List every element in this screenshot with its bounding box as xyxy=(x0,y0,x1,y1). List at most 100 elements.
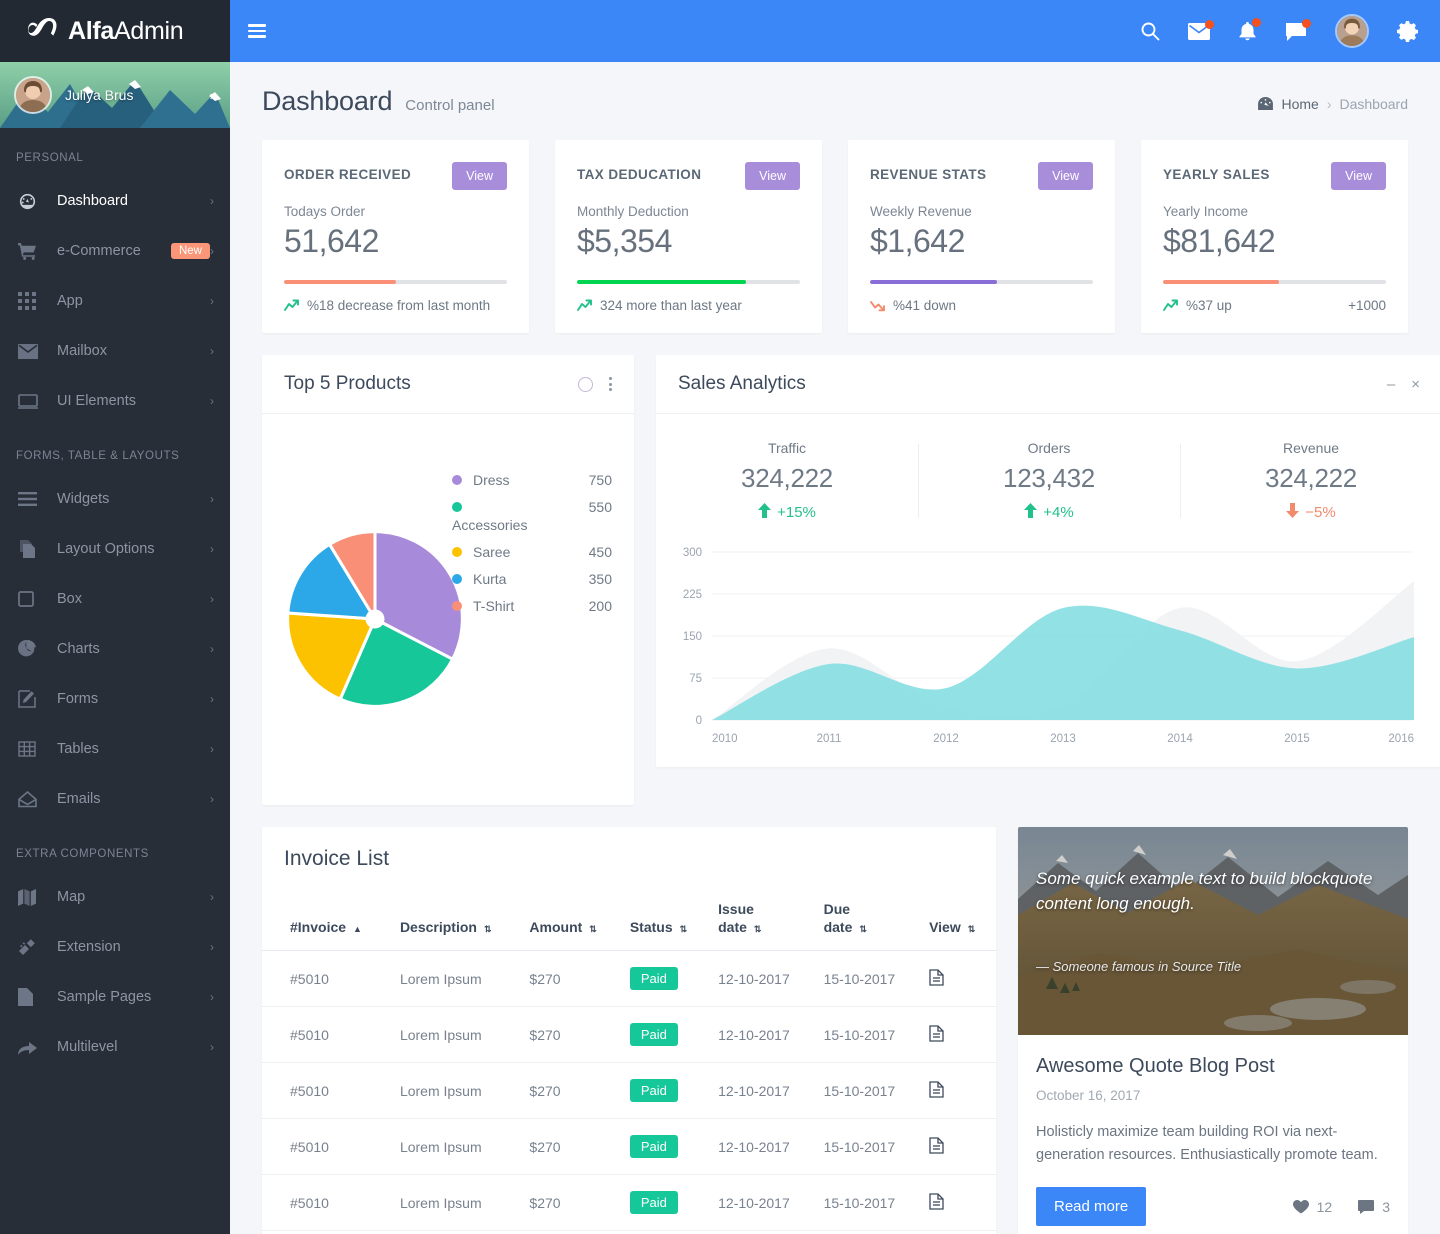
sidebar-item-widgets[interactable]: Widgets › xyxy=(0,474,230,524)
sidebar-item-map[interactable]: Map › xyxy=(0,872,230,922)
document-icon[interactable] xyxy=(929,1024,944,1042)
sidebar-item-extension[interactable]: Extension › xyxy=(0,922,230,972)
legend-item[interactable]: T-Shirt 200 xyxy=(452,598,612,614)
view-button[interactable]: View xyxy=(452,162,507,190)
sidebar-item-forms[interactable]: Forms › xyxy=(0,674,230,724)
sidebar-item-sample-pages[interactable]: Sample Pages › xyxy=(0,972,230,1022)
search-icon[interactable] xyxy=(1140,21,1160,41)
analytics-metric: Revenue 324,222 −5% xyxy=(1180,440,1440,522)
table-row[interactable]: #5010Lorem Ipsum$270Paid12-10-201715-10-… xyxy=(262,1230,996,1234)
sort-toggle-icon[interactable]: ⇅ xyxy=(968,924,976,934)
column-label: View xyxy=(929,918,961,935)
sort-toggle-icon[interactable]: ⇅ xyxy=(859,924,867,934)
likes-stat[interactable]: 12 xyxy=(1292,1199,1332,1215)
document-icon[interactable] xyxy=(929,1080,944,1098)
sidebar-item-label: Emails xyxy=(57,791,101,807)
sidebar-item-emails[interactable]: Emails › xyxy=(0,774,230,824)
table-header-cell[interactable]: Issue date ⇅ xyxy=(710,889,816,951)
view-button[interactable]: View xyxy=(745,162,800,190)
arrow-up-icon xyxy=(758,503,772,522)
legend-item[interactable]: Dress 750 xyxy=(452,472,612,488)
sidebar-item-tables[interactable]: Tables › xyxy=(0,724,230,774)
comments-stat[interactable]: 3 xyxy=(1358,1199,1390,1215)
read-more-button[interactable]: Read more xyxy=(1036,1187,1147,1227)
sort-toggle-icon[interactable]: ⇅ xyxy=(589,924,597,934)
legend-item[interactable]: Saree 450 xyxy=(452,544,612,560)
stat-card-title: YEARLY SALES xyxy=(1163,167,1270,182)
sidebar-item-label: Tables xyxy=(57,741,99,757)
sidebar-item-app[interactable]: App › xyxy=(0,276,230,326)
cell-view[interactable] xyxy=(921,1062,996,1119)
pie-legend: Dress 750 550 Accessories Saree 450 Kurta 350 T-… xyxy=(452,472,612,625)
cell-view[interactable] xyxy=(921,1118,996,1175)
stat-cards-row: ORDER RECEIVED View Todays Order 51,642 %18 … xyxy=(262,140,1408,333)
table-header-cell[interactable]: #Invoice ▲ xyxy=(262,889,392,951)
cell-invoice: #5010 xyxy=(262,950,392,1007)
vertical-dots-icon[interactable] xyxy=(609,377,612,391)
analytics-metric-value: 324,222 xyxy=(1265,463,1357,493)
table-header-cell[interactable]: Status ⇅ xyxy=(621,889,711,951)
table-header-cell[interactable]: Amount ⇅ xyxy=(521,889,622,951)
sort-asc-icon[interactable]: ▲ xyxy=(353,924,362,934)
table-row[interactable]: #5010Lorem Ipsum$270Paid12-10-201715-10-… xyxy=(262,1174,996,1231)
sidebar-item-layout-options[interactable]: Layout Options › xyxy=(0,524,230,574)
mail-icon[interactable] xyxy=(1188,19,1214,40)
sidebar-item-dashboard[interactable]: Dashboard › xyxy=(0,176,230,226)
chevron-right-icon[interactable]: › xyxy=(210,88,214,103)
stat-card: ORDER RECEIVED View Todays Order 51,642 %18 … xyxy=(262,140,529,333)
bell-icon[interactable] xyxy=(1238,17,1261,42)
table-row[interactable]: #5010Lorem Ipsum$270Paid12-10-201715-10-… xyxy=(262,950,996,1007)
analytics-metric-label: Traffic xyxy=(767,440,807,456)
cell-view[interactable] xyxy=(921,1006,996,1063)
sidebar-item-e-commerce[interactable]: e-Commerce New › xyxy=(0,226,230,276)
view-button[interactable]: View xyxy=(1038,162,1093,190)
cell-status: Paid xyxy=(621,1006,711,1063)
stat-card-value: $1,642 xyxy=(870,223,965,259)
document-icon[interactable] xyxy=(929,968,944,986)
breadcrumb-home-link[interactable]: Home xyxy=(1281,96,1318,112)
legend-item[interactable]: Kurta 350 xyxy=(452,571,612,587)
table-row[interactable]: #5010Lorem Ipsum$270Paid12-10-201715-10-… xyxy=(262,1006,996,1063)
bell-badge-dot xyxy=(1252,17,1261,27)
chat-icon[interactable] xyxy=(1285,18,1311,41)
cell-view[interactable] xyxy=(921,950,996,1007)
circle-icon[interactable] xyxy=(578,376,593,392)
sidebar-item-charts[interactable]: Charts › xyxy=(0,624,230,674)
document-icon[interactable] xyxy=(929,1136,944,1154)
hamburger-icon[interactable] xyxy=(248,24,266,38)
mail-badge-dot xyxy=(1205,19,1214,29)
topbar-avatar[interactable] xyxy=(1335,14,1369,48)
document-icon[interactable] xyxy=(929,1192,944,1210)
legend-label: Saree xyxy=(473,544,511,560)
cell-invoice: #5010 xyxy=(262,1062,392,1119)
table-header-cell[interactable]: Description ⇅ xyxy=(391,889,522,951)
blog-excerpt: Holisticly maximize team building ROI vi… xyxy=(1036,1124,1378,1164)
table-header-cell[interactable]: Due date ⇅ xyxy=(815,889,922,951)
close-icon[interactable]: × xyxy=(1411,377,1420,392)
sidebar-item-mailbox[interactable]: Mailbox › xyxy=(0,326,230,376)
table-header-cell[interactable]: View ⇅ xyxy=(921,889,996,951)
table-row[interactable]: #5010Lorem Ipsum$270Paid12-10-201715-10-… xyxy=(262,1062,996,1119)
cell-view[interactable] xyxy=(921,1230,996,1234)
status-badge: Paid xyxy=(629,1135,678,1158)
legend-value: 350 xyxy=(588,571,612,587)
chevron-right-icon: › xyxy=(210,592,214,606)
sort-toggle-icon[interactable]: ⇅ xyxy=(484,924,492,934)
sidebar-profile[interactable]: Juliya Brus › xyxy=(0,62,230,128)
sidebar-item-ui-elements[interactable]: UI Elements › xyxy=(0,376,230,426)
sidebar-item-box[interactable]: Box › xyxy=(0,574,230,624)
sort-toggle-icon[interactable]: ⇅ xyxy=(754,924,762,934)
stat-card-footer: %37 up +1000 xyxy=(1163,298,1386,313)
sort-toggle-icon[interactable]: ⇅ xyxy=(680,924,688,934)
sales-analytics-card: Sales Analytics – × Traffic 324,222 +15% Or… xyxy=(656,355,1440,767)
table-row[interactable]: #5010Lorem Ipsum$270Paid12-10-201715-10-… xyxy=(262,1118,996,1175)
legend-item[interactable]: 550 Accessories xyxy=(452,499,612,533)
minimize-icon[interactable]: – xyxy=(1387,377,1395,392)
cell-view[interactable] xyxy=(921,1174,996,1231)
sidebar-item-badge: New xyxy=(170,243,210,259)
view-button[interactable]: View xyxy=(1331,162,1386,190)
gear-icon[interactable] xyxy=(1397,20,1418,42)
chevron-right-icon: › xyxy=(210,692,214,706)
sidebar-item-multilevel[interactable]: Multilevel › xyxy=(0,1022,230,1072)
brand-logo[interactable]: AlfaAdmin xyxy=(0,0,230,62)
